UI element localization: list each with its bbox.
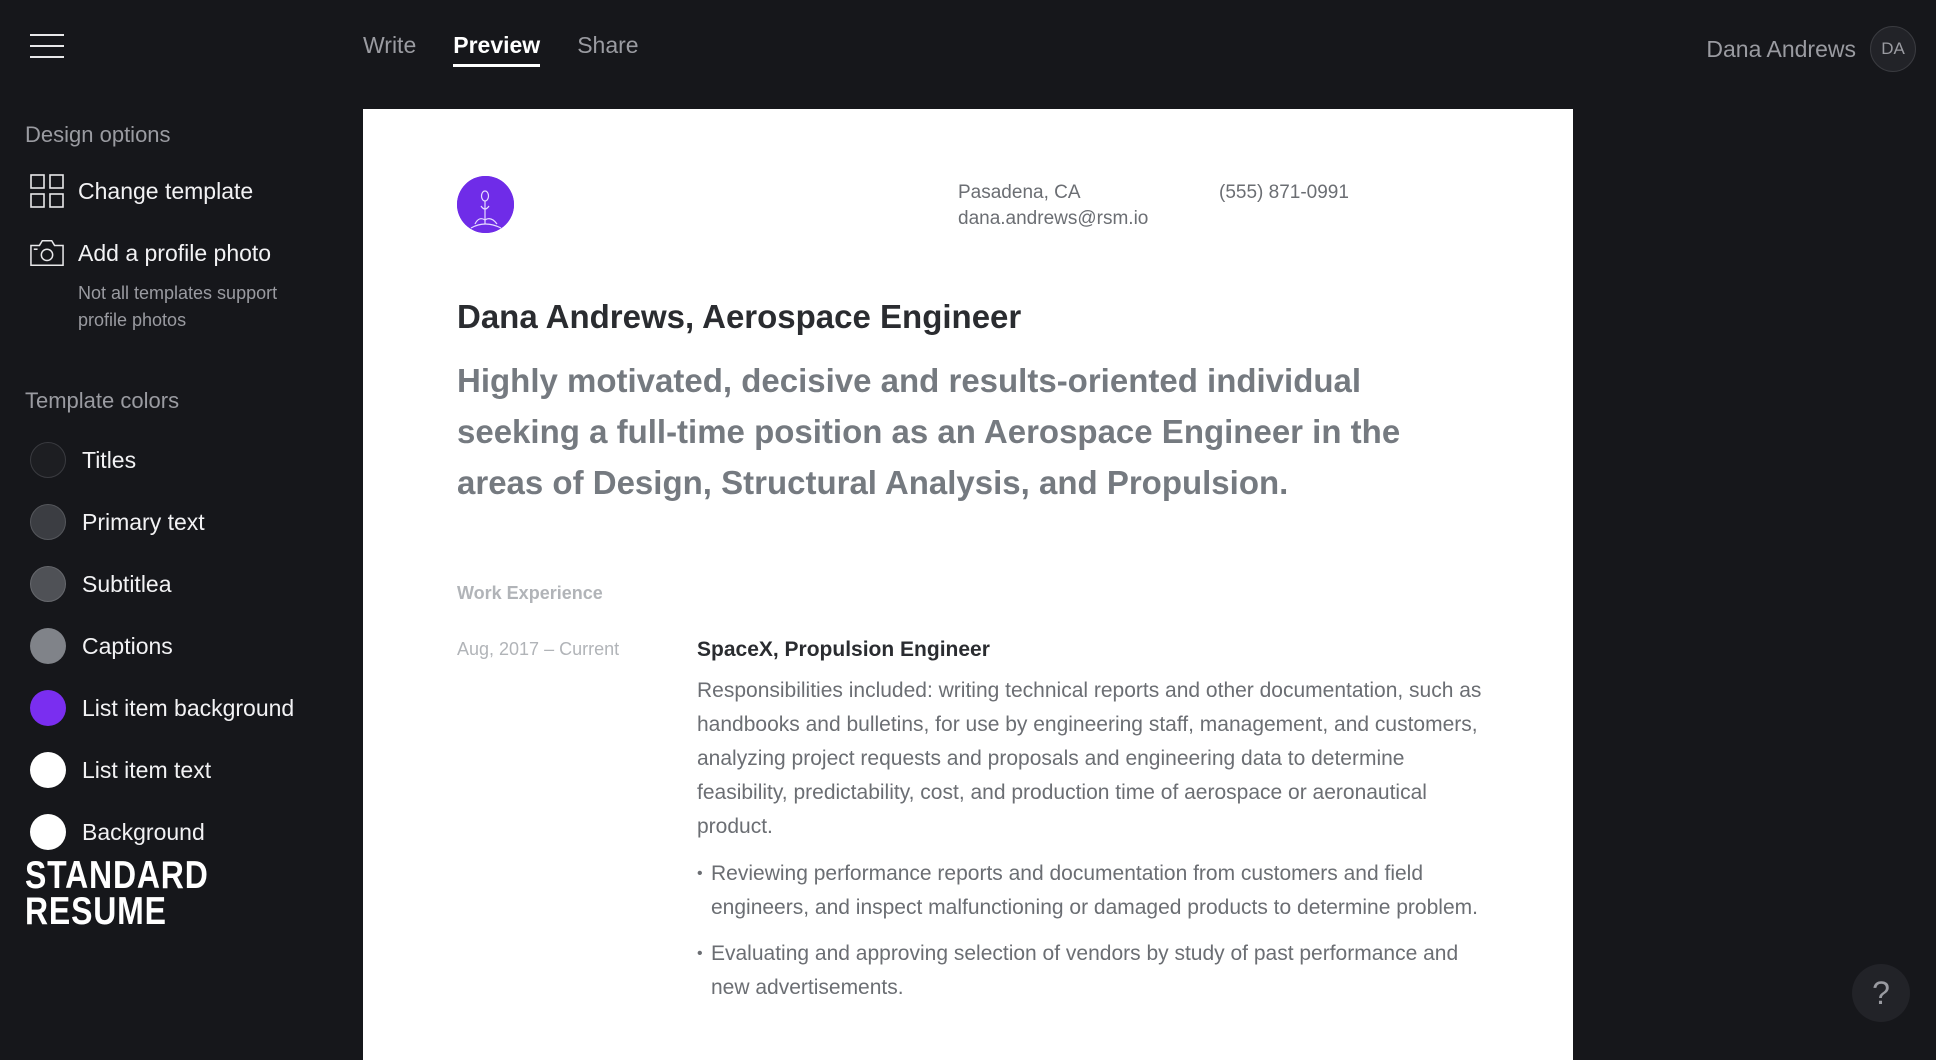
menu-icon[interactable] bbox=[30, 34, 64, 60]
color-option-list-item-text[interactable]: List item text bbox=[30, 752, 211, 788]
color-option-background[interactable]: Background bbox=[30, 814, 205, 850]
logo-line: RESUME bbox=[25, 890, 167, 933]
main-nav: Write Preview Share bbox=[363, 32, 639, 67]
design-options-heading: Design options bbox=[25, 122, 171, 147]
change-template-button[interactable]: Change template bbox=[30, 174, 253, 208]
color-swatch[interactable] bbox=[30, 814, 66, 850]
color-swatch[interactable] bbox=[30, 442, 66, 478]
color-option-primary-text[interactable]: Primary text bbox=[30, 504, 205, 540]
logo-line: STANDARD bbox=[25, 854, 209, 897]
top-bar: Write Preview Share Dana Andrews DA bbox=[0, 0, 1936, 96]
profile-photo bbox=[457, 176, 514, 233]
tab-preview[interactable]: Preview bbox=[453, 32, 541, 67]
standard-resume-logo[interactable]: STANDARD RESUME bbox=[25, 854, 209, 933]
color-swatch[interactable] bbox=[30, 566, 66, 602]
tab-write[interactable]: Write bbox=[363, 32, 416, 67]
resume-name-title: Dana Andrews, Aerospace Engineer bbox=[457, 298, 1022, 335]
list-item: Evaluating and approving selection of ve… bbox=[697, 937, 1497, 1005]
color-label: List item background bbox=[82, 694, 295, 721]
photo-hint: Not all templates support profile photos bbox=[78, 283, 278, 330]
job-date: Aug, 2017 – Current bbox=[457, 639, 620, 659]
color-label: Primary text bbox=[82, 508, 205, 535]
color-label: Titles bbox=[82, 446, 137, 473]
color-option-subtitle[interactable]: Subtitlea bbox=[30, 566, 172, 602]
location: Pasadena, CA bbox=[958, 182, 1081, 203]
color-option-list-item-background[interactable]: List item background bbox=[30, 690, 294, 726]
color-label: Captions bbox=[82, 632, 173, 659]
avatar[interactable]: DA bbox=[1870, 26, 1916, 72]
tab-share[interactable]: Share bbox=[577, 32, 638, 67]
help-icon: ? bbox=[1872, 974, 1890, 1011]
color-swatch[interactable] bbox=[30, 628, 66, 664]
add-profile-photo-label: Add a profile photo bbox=[78, 239, 272, 266]
color-option-captions[interactable]: Captions bbox=[30, 628, 173, 664]
list-item: Reviewing performance reports and docume… bbox=[697, 857, 1497, 925]
job-bullets: Reviewing performance reports and docume… bbox=[697, 857, 1497, 1017]
job-description: Responsibilities included: writing techn… bbox=[697, 679, 1482, 838]
color-label: Background bbox=[82, 818, 205, 845]
email: dana.andrews@rsm.io bbox=[958, 208, 1149, 229]
change-template-label: Change template bbox=[78, 177, 254, 204]
help-button[interactable]: ? bbox=[1852, 964, 1910, 1022]
color-label: List item text bbox=[82, 756, 212, 783]
camera-icon bbox=[30, 236, 64, 270]
add-profile-photo-button[interactable]: Add a profile photo bbox=[30, 236, 271, 270]
color-swatch[interactable] bbox=[30, 504, 66, 540]
color-option-titles[interactable]: Titles bbox=[30, 442, 136, 478]
section-work-experience: Work Experience bbox=[457, 583, 603, 603]
color-swatch[interactable] bbox=[30, 690, 66, 726]
user-menu[interactable]: Dana Andrews DA bbox=[1706, 26, 1916, 72]
user-name[interactable]: Dana Andrews bbox=[1706, 36, 1856, 63]
grid-icon bbox=[30, 174, 64, 208]
resume-summary: Highly motivated, decisive and results-o… bbox=[457, 362, 1401, 501]
color-label: Subtitlea bbox=[82, 570, 172, 597]
color-swatch[interactable] bbox=[30, 752, 66, 788]
template-colors-heading: Template colors bbox=[25, 388, 180, 413]
contact-location-email: Pasadena, CA dana.andrews@rsm.io bbox=[958, 180, 1148, 232]
resume-preview: Pasadena, CA dana.andrews@rsm.io (555) 8… bbox=[363, 109, 1573, 1060]
job-title: SpaceX, Propulsion Engineer bbox=[697, 638, 990, 661]
phone: (555) 871-0991 bbox=[1219, 182, 1349, 203]
